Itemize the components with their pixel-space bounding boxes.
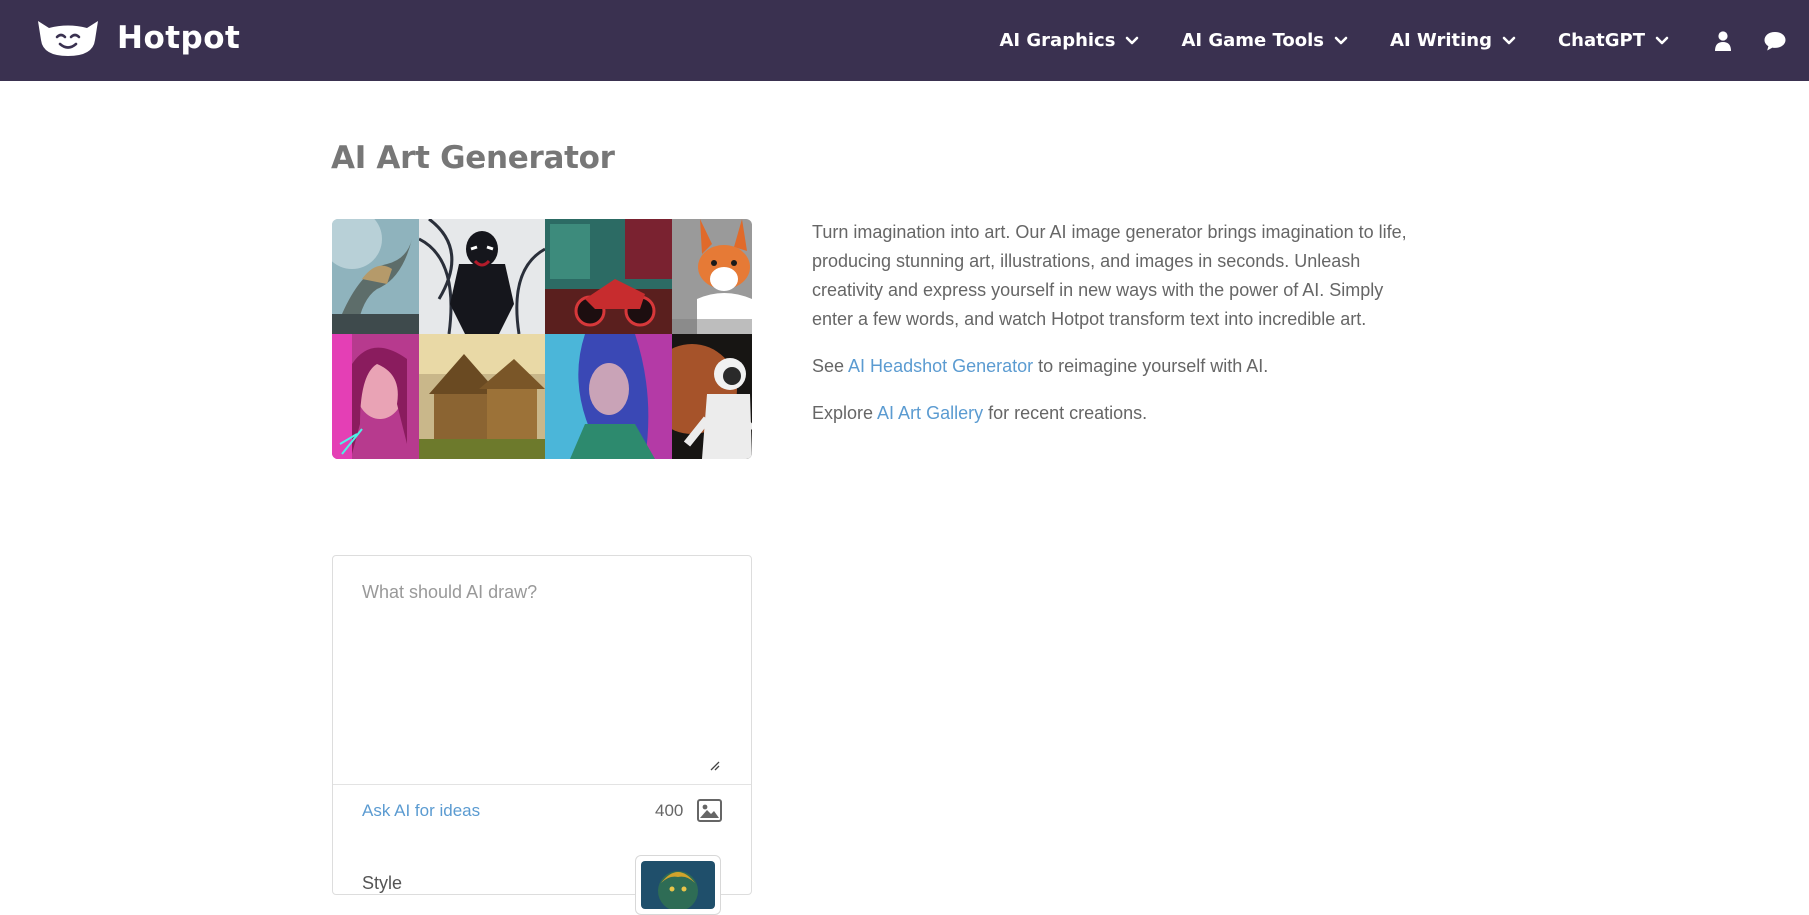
brand-home-link[interactable]: Hotpot — [35, 18, 240, 58]
style-label: Style — [362, 873, 402, 894]
nav-ai-writing[interactable]: AI Writing — [1390, 30, 1516, 51]
chevron-down-icon — [1334, 36, 1348, 46]
hotpot-logo-icon — [35, 18, 101, 58]
prompt-divider — [333, 784, 751, 785]
chevron-down-icon — [1125, 36, 1139, 46]
gallery-suffix: for recent creations. — [983, 403, 1147, 423]
style-preview-image — [641, 861, 715, 909]
nav-ai-game-tools[interactable]: AI Game Tools — [1181, 30, 1348, 51]
main-nav: AI Graphics AI Game Tools AI Writing Cha… — [1000, 0, 1809, 81]
user-icon[interactable] — [1711, 29, 1735, 53]
brand-name: Hotpot — [117, 20, 240, 56]
chevron-down-icon — [1655, 36, 1669, 46]
intro-paragraph: Turn imagination into art. Our AI image … — [812, 218, 1412, 334]
page-title: AI Art Generator — [331, 140, 615, 176]
gallery-image-cottage — [419, 334, 545, 459]
intro-text: Turn imagination into art. Our AI image … — [812, 218, 1412, 446]
ask-ai-for-ideas-link[interactable]: Ask AI for ideas — [362, 801, 480, 821]
sample-art-gallery — [332, 219, 752, 459]
headshot-line: See AI Headshot Generator to reimagine y… — [812, 352, 1412, 381]
character-limit-count: 400 — [655, 801, 683, 821]
style-selector[interactable] — [635, 855, 721, 915]
gallery-image-dragon — [332, 219, 419, 334]
gallery-image-girl-neon — [332, 334, 419, 459]
nav-ai-game-tools-label: AI Game Tools — [1181, 30, 1324, 51]
gallery-line: Explore AI Art Gallery for recent creati… — [812, 399, 1412, 428]
ai-headshot-generator-link[interactable]: AI Headshot Generator — [848, 356, 1033, 376]
nav-ai-graphics-label: AI Graphics — [1000, 30, 1116, 51]
gallery-image-astronaut — [672, 334, 752, 459]
headshot-prefix: See — [812, 356, 848, 376]
gallery-image-corgi — [672, 219, 752, 334]
gallery-image-venom — [419, 219, 545, 334]
headshot-suffix: to reimagine yourself with AI. — [1033, 356, 1268, 376]
resize-handle-icon[interactable] — [708, 759, 720, 771]
top-navigation-bar: Hotpot AI Graphics AI Game Tools AI Writ… — [0, 0, 1809, 81]
nav-ai-graphics[interactable]: AI Graphics — [1000, 30, 1140, 51]
ai-art-gallery-link[interactable]: AI Art Gallery — [877, 403, 983, 423]
chevron-down-icon — [1502, 36, 1516, 46]
nav-chatgpt[interactable]: ChatGPT — [1558, 30, 1669, 51]
gallery-prefix: Explore — [812, 403, 877, 423]
chat-bubble-icon[interactable] — [1763, 29, 1787, 53]
nav-chatgpt-label: ChatGPT — [1558, 30, 1645, 51]
image-upload-icon[interactable] — [697, 799, 722, 822]
gallery-image-fantasy-woman — [545, 334, 672, 459]
gallery-image-motorcycle — [545, 219, 672, 334]
prompt-card: Ask AI for ideas 400 Style — [332, 555, 752, 895]
nav-ai-writing-label: AI Writing — [1390, 30, 1492, 51]
prompt-input[interactable] — [333, 556, 751, 784]
